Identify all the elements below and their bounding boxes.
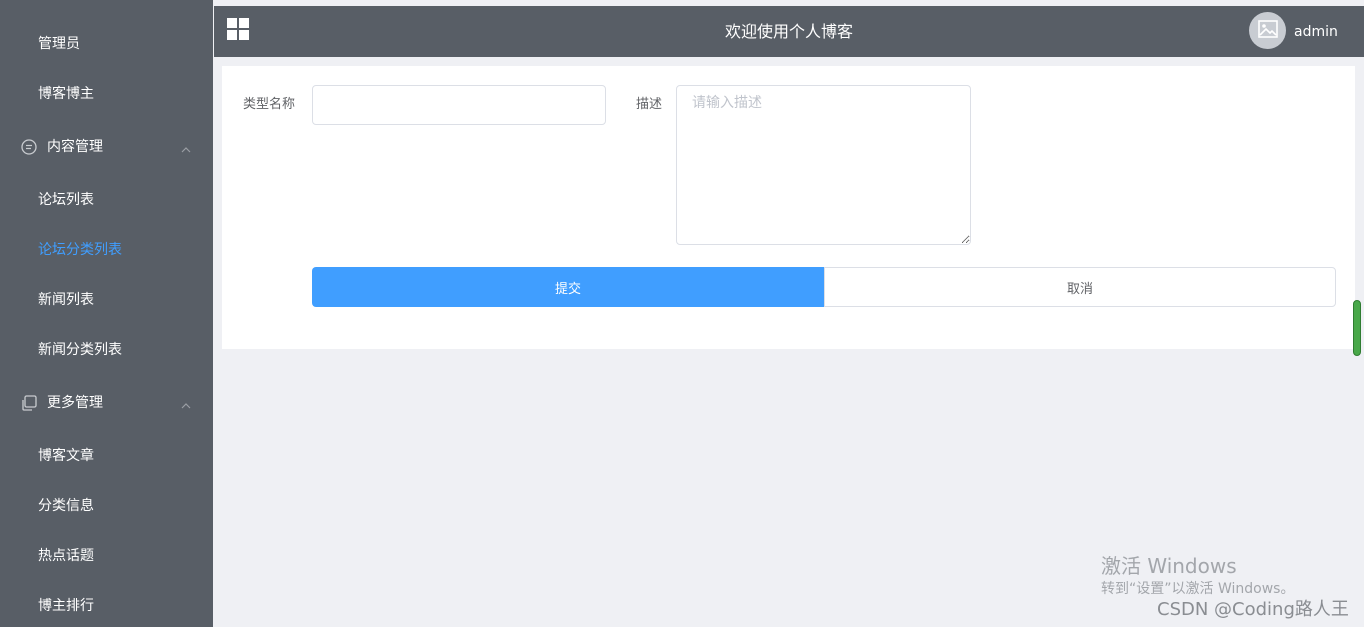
sidebar-item-news-list[interactable]: 新闻列表 <box>38 290 94 310</box>
csdn-credit-watermark: CSDN @Coding路人王 <box>1157 599 1349 620</box>
type-name-input[interactable] <box>312 85 606 125</box>
sidebar-item-news-category-list[interactable]: 新闻分类列表 <box>38 340 122 360</box>
chevron-up-icon <box>181 141 191 153</box>
sidebar-item-blogger[interactable]: 博客博主 <box>38 84 94 104</box>
description-label: 描述 <box>636 97 663 112</box>
sidebar: 管理员 博客博主 内容管理 论坛列表 论坛分类列表 新闻列表 新闻分类列表 更多… <box>0 0 213 627</box>
submit-button[interactable]: 提交 <box>312 267 824 307</box>
sidebar-item-category-info[interactable]: 分类信息 <box>38 496 94 516</box>
sidebar-item-forum-category-list[interactable]: 论坛分类列表 <box>38 240 122 260</box>
sidebar-group-label: 更多管理 <box>47 395 103 411</box>
sidebar-item-blog-articles[interactable]: 博客文章 <box>38 446 94 466</box>
page-title: 欢迎使用个人博客 <box>724 22 853 41</box>
image-icon <box>1257 19 1278 42</box>
sidebar-item-blogger-ranking[interactable]: 博主排行 <box>38 596 94 616</box>
chevron-up-icon <box>181 397 191 409</box>
scrollbar-thumb[interactable] <box>1353 300 1361 356</box>
sidebar-group-label: 内容管理 <box>47 139 103 155</box>
type-name-label: 类型名称 <box>243 97 296 112</box>
description-textarea[interactable] <box>676 85 971 245</box>
sidebar-group-content[interactable]: 内容管理 <box>20 137 191 157</box>
sidebar-item-admin[interactable]: 管理员 <box>38 34 80 54</box>
avatar[interactable] <box>1249 12 1286 49</box>
sidebar-item-forum-list[interactable]: 论坛列表 <box>38 190 94 210</box>
sidebar-group-more[interactable]: 更多管理 <box>20 393 191 413</box>
top-header: 欢迎使用个人博客 admin <box>214 6 1364 57</box>
sidebar-item-hot-topics[interactable]: 热点话题 <box>38 546 94 566</box>
username[interactable]: admin <box>1294 23 1338 41</box>
activation-watermark-title: 激活 Windows <box>1101 554 1237 578</box>
chat-icon <box>20 138 38 156</box>
cancel-button[interactable]: 取消 <box>824 267 1336 307</box>
form-card: 类型名称 描述 提交 取消 <box>222 66 1355 349</box>
copy-icon <box>20 394 38 412</box>
